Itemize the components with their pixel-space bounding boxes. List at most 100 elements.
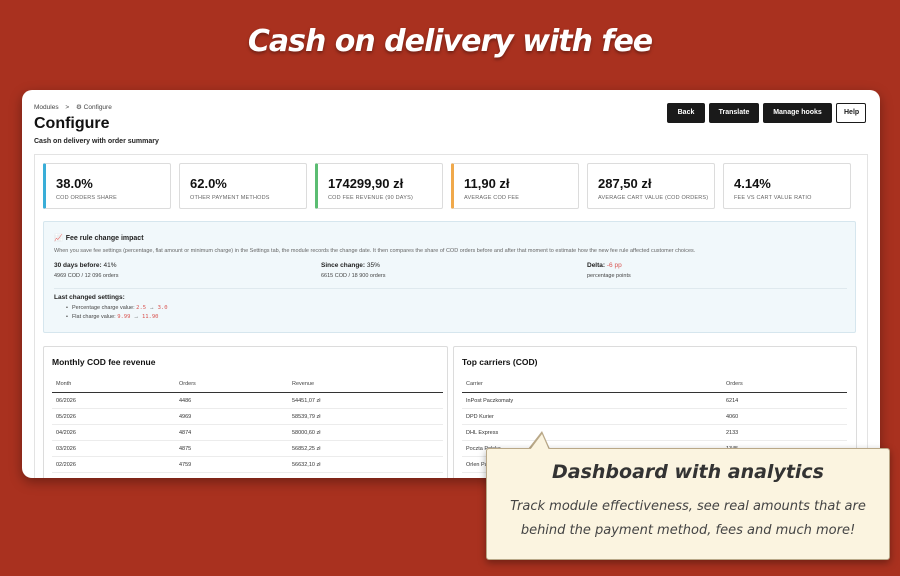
monthly-revenue-table: Month Orders Revenue 06/2026 4486 54451,07… — [52, 375, 443, 478]
promo-headline: Cash on delivery with fee — [247, 24, 653, 59]
table-row: 04/2026 4874 58000,60 zł — [52, 424, 443, 441]
change-item: • Percentage charge value: 2.5 → 3.0 — [66, 305, 168, 311]
page-title: Configure — [34, 115, 110, 132]
table-header-row: Month Orders Revenue — [52, 375, 443, 393]
table-cell: 4060 — [722, 408, 847, 425]
change-from: 9.99 — [117, 314, 131, 320]
before-label: 30 days before: — [54, 262, 102, 269]
since-stat: Since change: 35% — [321, 262, 380, 269]
kpi-value: 62.0% — [190, 176, 227, 191]
change-item: • Flat charge value: 9.99 → 11.90 — [66, 314, 159, 320]
table-row: 06/2026 4486 54451,07 zł — [52, 392, 443, 409]
kpi-value: 4.14% — [734, 176, 771, 191]
table-cell: 03/2026 — [52, 440, 175, 457]
wrench-icon: ⚙ — [76, 104, 82, 111]
table-cell: 4486 — [175, 392, 288, 409]
kpi-value: 174299,90 zł — [328, 176, 404, 191]
change-label: Flat charge value: — [71, 314, 116, 320]
last-changed-label: Last changed settings: — [54, 294, 125, 301]
before-value: 41% — [103, 262, 117, 269]
table-cell: DHL Express — [462, 424, 722, 441]
kpi-card-other-methods: 62.0% OTHER PAYMENT METHODS — [179, 163, 307, 209]
breadcrumb-modules-link[interactable]: Modules — [34, 104, 59, 111]
monthly-revenue-panel: Monthly COD fee revenue Month Orders Rev… — [43, 346, 448, 478]
column-header: Revenue — [288, 375, 443, 393]
change-label: Percentage charge value: — [71, 305, 135, 311]
table-row: 01/2026495658976,40 zł — [52, 472, 443, 478]
before-sub: 4969 COD / 12 096 orders — [54, 273, 119, 279]
admin-window: Modules > ⚙ Configure Configure Cash on … — [22, 90, 880, 478]
column-header: Orders — [175, 375, 288, 393]
help-button[interactable]: Help — [836, 103, 866, 123]
fee-rule-impact-panel: 📈 Fee rule change impact When you save fe… — [43, 221, 856, 333]
breadcrumb-current: Configure — [83, 104, 112, 111]
kpi-card-fee-ratio: 4.14% FEE VS CART VALUE RATIO — [723, 163, 851, 209]
table-row: DHL Express 2133 — [462, 424, 847, 441]
kpi-label: OTHER PAYMENT METHODS — [190, 195, 270, 201]
table-cell: 54451,07 zł — [288, 392, 443, 409]
since-label: Since change: — [321, 262, 366, 269]
chart-icon: 📈 — [54, 235, 63, 242]
table-cell: 01/2026 — [52, 472, 175, 478]
kpi-label: AVERAGE CART VALUE (COD ORDERS) — [598, 195, 709, 201]
back-button[interactable]: Back — [667, 103, 705, 123]
table-cell: 04/2026 — [52, 424, 175, 441]
translate-button[interactable]: Translate — [709, 103, 759, 123]
callout-text: Track module effectiveness, see real amo… — [510, 499, 866, 538]
delta-value: -6 pp — [606, 262, 622, 269]
delta-stat: Delta: -6 pp — [587, 262, 622, 269]
kpi-value: 287,50 zł — [598, 176, 652, 191]
delta-sub: percentage points — [587, 273, 631, 279]
page-subtitle: Cash on delivery with order summary — [34, 138, 159, 145]
kpi-card-fee-revenue: 174299,90 zł COD FEE REVENUE (90 DAYS) — [315, 163, 443, 209]
impact-divider — [54, 288, 847, 289]
impact-description: When you save fee settings (percentage, … — [54, 248, 696, 254]
table-cell: 4969 — [175, 408, 288, 425]
dashboard-content: 38.0% COD ORDERS SHARE 62.0% OTHER PAYME… — [34, 154, 868, 478]
table-cell: 56632,10 zł — [288, 456, 443, 473]
column-header: Month — [52, 375, 175, 393]
kpi-value: 38.0% — [56, 176, 93, 191]
table-cell: 56852,25 zł — [288, 440, 443, 457]
kpi-label: COD ORDERS SHARE — [56, 195, 117, 201]
table-cell: 4874 — [175, 424, 288, 441]
kpi-label: AVERAGE COD FEE — [464, 195, 520, 201]
table-cell: 05/2026 — [52, 408, 175, 425]
kpi-card-average-cart: 287,50 zł AVERAGE CART VALUE (COD ORDERS… — [587, 163, 715, 209]
table-cell: 6214 — [722, 392, 847, 409]
table-cell: 4956 — [175, 472, 288, 478]
kpi-card-average-fee: 11,90 zł AVERAGE COD FEE — [451, 163, 579, 209]
feature-callout: Dashboard with analytics Track module ef… — [486, 448, 890, 560]
arrow-icon: → — [133, 314, 139, 320]
table-row: InPost Paczkomaty 6214 — [462, 392, 847, 409]
manage-hooks-button[interactable]: Manage hooks — [763, 103, 832, 123]
table-row: 02/2026 4759 56632,10 zł — [52, 456, 443, 473]
table-cell: 4759 — [175, 456, 288, 473]
change-to: 11.90 — [141, 314, 159, 320]
table-row: 03/2026 4875 56852,25 zł — [52, 440, 443, 457]
since-value: 35% — [366, 262, 380, 269]
impact-title-text: Fee rule change impact — [65, 235, 144, 242]
breadcrumb: Modules > ⚙ Configure — [34, 103, 112, 111]
table-row: DPD Kurier 4060 — [462, 408, 847, 425]
callout-title: Dashboard with analytics — [551, 461, 824, 483]
table-cell: DPD Kurier — [462, 408, 722, 425]
toolbar: Back Translate Manage hooks Help — [667, 103, 866, 123]
table-cell: 58539,79 zł — [288, 408, 443, 425]
column-header: Carrier — [462, 375, 722, 393]
callout-pointer-fill — [530, 434, 549, 450]
delta-label: Delta: — [587, 262, 606, 269]
table-cell: 02/2026 — [52, 456, 175, 473]
table-cell: 2133 — [722, 424, 847, 441]
before-stat: 30 days before: 41% — [54, 262, 117, 269]
table-cell: 4875 — [175, 440, 288, 457]
kpi-label: COD FEE REVENUE (90 DAYS) — [328, 195, 413, 201]
kpi-row: 38.0% COD ORDERS SHARE 62.0% OTHER PAYME… — [43, 163, 851, 209]
monthly-revenue-rows: 06/2026 4486 54451,07 zł 05/2026 4969 58539,7… — [52, 392, 443, 478]
table-cell: 58976,40 zł — [288, 472, 443, 478]
change-from: 2.5 — [136, 305, 147, 311]
breadcrumb-separator: > — [65, 104, 70, 111]
column-header: Orders — [722, 375, 847, 393]
table-row: 05/2026 4969 58539,79 zł — [52, 408, 443, 425]
table-cell: InPost Paczkomaty — [462, 392, 722, 409]
